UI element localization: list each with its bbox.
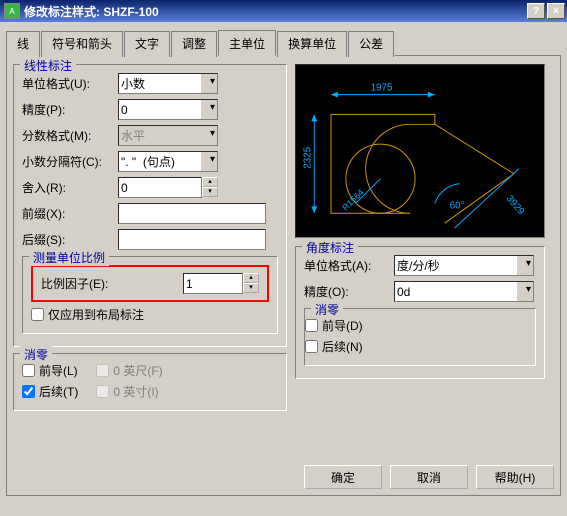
scale-factor-spin[interactable] [183,273,243,294]
suffix-label: 后缀(S): [22,231,118,248]
linear-group: 线性标注 单位格式(U): 精度(P): 分数格式(M): 小数分隔符(C): [13,64,287,347]
scale-group: 测量单位比例 比例因子(E): ▴▾ 仅应用到布局标注 [22,256,278,334]
angle-leading-label: 前导(D) [322,317,363,334]
angle-zero-group: 消零 前导(D) 后续(N) [304,308,536,366]
fraction-format-label: 分数格式(M): [22,127,118,144]
dialog-buttons: 确定 取消 帮助(H) [304,465,554,489]
tab-lines[interactable]: 线 [6,31,40,57]
angle-trailing-checkbox[interactable] [305,340,318,353]
linear-legend: 线性标注 [20,57,76,74]
angle-precision-label: 精度(O): [304,283,394,300]
dimension-preview: 1975 2325 3929 60° R1564 [295,64,545,238]
angle-legend: 角度标注 [302,239,358,256]
tab-symbols-arrows[interactable]: 符号和箭头 [41,31,123,57]
angle-format-select[interactable] [394,255,534,276]
tab-panel: 线性标注 单位格式(U): 精度(P): 分数格式(M): 小数分隔符(C): [6,56,561,496]
tab-alt-units[interactable]: 换算单位 [277,31,347,57]
round-up-button[interactable]: ▴ [202,177,218,187]
angle-format-label: 单位格式(A): [304,257,394,274]
angle-zero-legend: 消零 [311,301,343,318]
scale-highlight-box: 比例因子(E): ▴▾ [31,265,269,302]
tab-fit[interactable]: 调整 [171,31,217,57]
app-icon: A [4,3,20,19]
scale-up-button[interactable]: ▴ [243,273,259,283]
angle-group: 角度标注 单位格式(A): 精度(O): 消零 前导(D) [295,246,545,379]
leading-checkbox[interactable] [22,364,35,377]
zero-legend: 消零 [20,346,52,363]
angle-leading-checkbox[interactable] [305,319,318,332]
help-button[interactable]: 帮助(H) [476,465,554,489]
titlebar: A 修改标注样式: SHZF-100 ? × [0,0,567,22]
close-window-button[interactable]: × [547,3,565,19]
scale-legend: 测量单位比例 [29,249,109,266]
unit-format-label: 单位格式(U): [22,75,118,92]
round-down-button[interactable]: ▾ [202,187,218,197]
round-spin[interactable] [118,177,202,198]
round-label: 舍入(R): [22,179,118,196]
angle-trailing-label: 后续(N) [322,338,363,355]
feet-checkbox [96,364,109,377]
svg-text:60°: 60° [450,200,465,211]
scale-factor-label: 比例因子(E): [41,275,183,292]
apply-layout-checkbox[interactable] [31,308,44,321]
inches-checkbox [96,385,109,398]
tab-primary-units[interactable]: 主单位 [218,30,276,56]
decimal-sep-select[interactable] [118,151,218,172]
prefix-label: 前缀(X): [22,205,118,222]
decimal-sep-label: 小数分隔符(C): [22,153,118,170]
svg-text:2325: 2325 [302,146,313,168]
zero-group: 消零 前导(L) 后续(T) [13,353,287,411]
suffix-input[interactable] [118,229,266,250]
ok-button[interactable]: 确定 [304,465,382,489]
inches-label: 0 英寸(I) [113,383,158,400]
angle-precision-select[interactable] [394,281,534,302]
scale-down-button[interactable]: ▾ [243,283,259,293]
apply-layout-label: 仅应用到布局标注 [48,306,144,323]
tab-tolerances[interactable]: 公差 [348,31,394,57]
feet-label: 0 英尺(F) [113,362,162,379]
trailing-label: 后续(T) [39,383,78,400]
leading-label: 前导(L) [39,362,78,379]
svg-text:1975: 1975 [371,83,393,94]
trailing-checkbox[interactable] [22,385,35,398]
precision-select[interactable] [118,99,218,120]
fraction-format-select [118,125,218,146]
tab-text[interactable]: 文字 [124,31,170,57]
prefix-input[interactable] [118,203,266,224]
tab-strip: 线 符号和箭头 文字 调整 主单位 换算单位 公差 [6,30,561,56]
cancel-button[interactable]: 取消 [390,465,468,489]
help-window-button[interactable]: ? [527,3,545,19]
unit-format-select[interactable] [118,73,218,94]
window-title: 修改标注样式: SHZF-100 [24,3,527,20]
precision-label: 精度(P): [22,101,118,118]
